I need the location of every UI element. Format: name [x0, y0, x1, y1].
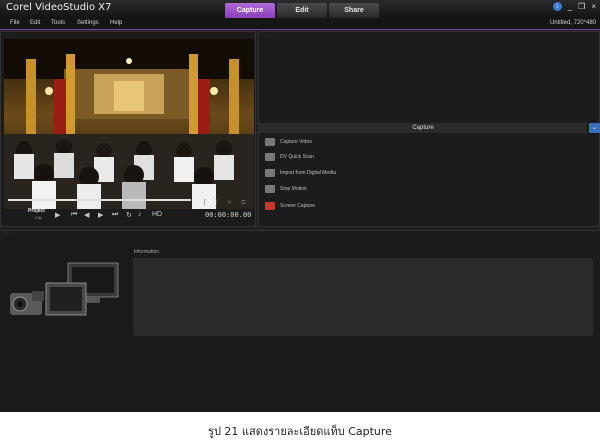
video-frame-image [4, 39, 254, 209]
next-frame-icon[interactable]: ▶ [98, 211, 103, 219]
information-panel: :::::: Information [0, 230, 600, 412]
volume-icon[interactable]: ♪ [138, 211, 142, 218]
option-label: Capture Video [280, 138, 312, 145]
option-label: Screen Capture [280, 202, 316, 209]
option-screen-capture[interactable]: Screen Capture [265, 200, 315, 211]
window-controls: i _ ❐ × [552, 2, 596, 11]
information-label: Information [134, 249, 160, 255]
home-icon[interactable]: ⏮ [71, 211, 77, 219]
restore-icon[interactable]: ❐ [578, 2, 585, 11]
end-icon[interactable]: ⏭ [112, 211, 118, 219]
option-stop-motion[interactable]: Stop Motion [265, 183, 307, 194]
stop-motion-icon [265, 184, 275, 193]
repeat-icon[interactable]: ↻ [126, 211, 132, 219]
tab-capture[interactable]: Capture [225, 3, 275, 18]
video-preview [4, 39, 254, 209]
app-title: Corel VideoStudio X7 [6, 2, 112, 13]
trim-markers[interactable]: [ ] ✕ ⧉ [204, 199, 250, 207]
hd-toggle[interactable]: HD [152, 211, 162, 218]
figure-caption: รูป 21 แสดงรายละเอียดแท็บ Capture [208, 425, 392, 438]
option-label: DV Quick Scan [280, 153, 314, 160]
project-info: Untitled, 720*480 [549, 20, 596, 26]
capture-panel-header: Capture [259, 123, 587, 133]
app-window: Corel VideoStudio X7 Capture Edit Share … [0, 0, 600, 412]
timeline-scrubber[interactable] [8, 199, 191, 201]
menu-edit[interactable]: Edit [30, 20, 40, 26]
panel-grip[interactable]: :::::: [261, 33, 275, 39]
option-label: Stop Motion [280, 185, 307, 192]
capture-options-panel: :::::: Capture ⌄ Capture Video DV Quick … [258, 31, 600, 227]
close-icon[interactable]: × [591, 2, 596, 11]
minimize-icon[interactable]: _ [568, 2, 572, 11]
dv-scan-icon [265, 152, 275, 161]
clip-mode-label[interactable]: Clip [35, 215, 42, 220]
option-import-digital-media[interactable]: Import from Digital Media [265, 167, 336, 178]
option-capture-video[interactable]: Capture Video [265, 136, 312, 147]
option-dv-quick-scan[interactable]: DV Quick Scan [265, 151, 314, 162]
video-camera-icon [265, 137, 275, 146]
screen-capture-icon [265, 201, 275, 210]
import-media-icon [265, 168, 275, 177]
timecode-display[interactable]: 00:00:00.00 [205, 211, 251, 219]
player-panel: :::::: [0, 31, 256, 227]
menu-help[interactable]: Help [110, 20, 122, 26]
menu-settings[interactable]: Settings [77, 20, 99, 26]
tab-share[interactable]: Share [329, 3, 379, 18]
panel-grip[interactable]: :::::: [2, 232, 16, 238]
help-icon[interactable]: i [552, 2, 562, 11]
previous-frame-icon[interactable]: ◀ [84, 211, 89, 219]
menu-file[interactable]: File [10, 20, 20, 26]
option-label: Import from Digital Media [280, 169, 336, 176]
menu-tools[interactable]: Tools [51, 20, 65, 26]
project-mode-label[interactable]: Project [28, 208, 45, 214]
tab-edit[interactable]: Edit [277, 3, 327, 18]
information-box [133, 258, 593, 336]
collapse-chevron-icon[interactable]: ⌄ [589, 123, 600, 133]
menu-bar: File Edit Tools Settings Help Untitled, … [0, 18, 600, 30]
play-icon[interactable]: ▶ [55, 211, 60, 219]
workspace-tabs: Capture Edit Share [225, 3, 381, 18]
devices-illustration [6, 253, 126, 333]
title-bar: Corel VideoStudio X7 Capture Edit Share … [0, 0, 600, 18]
camera-devices-icon [10, 262, 119, 316]
